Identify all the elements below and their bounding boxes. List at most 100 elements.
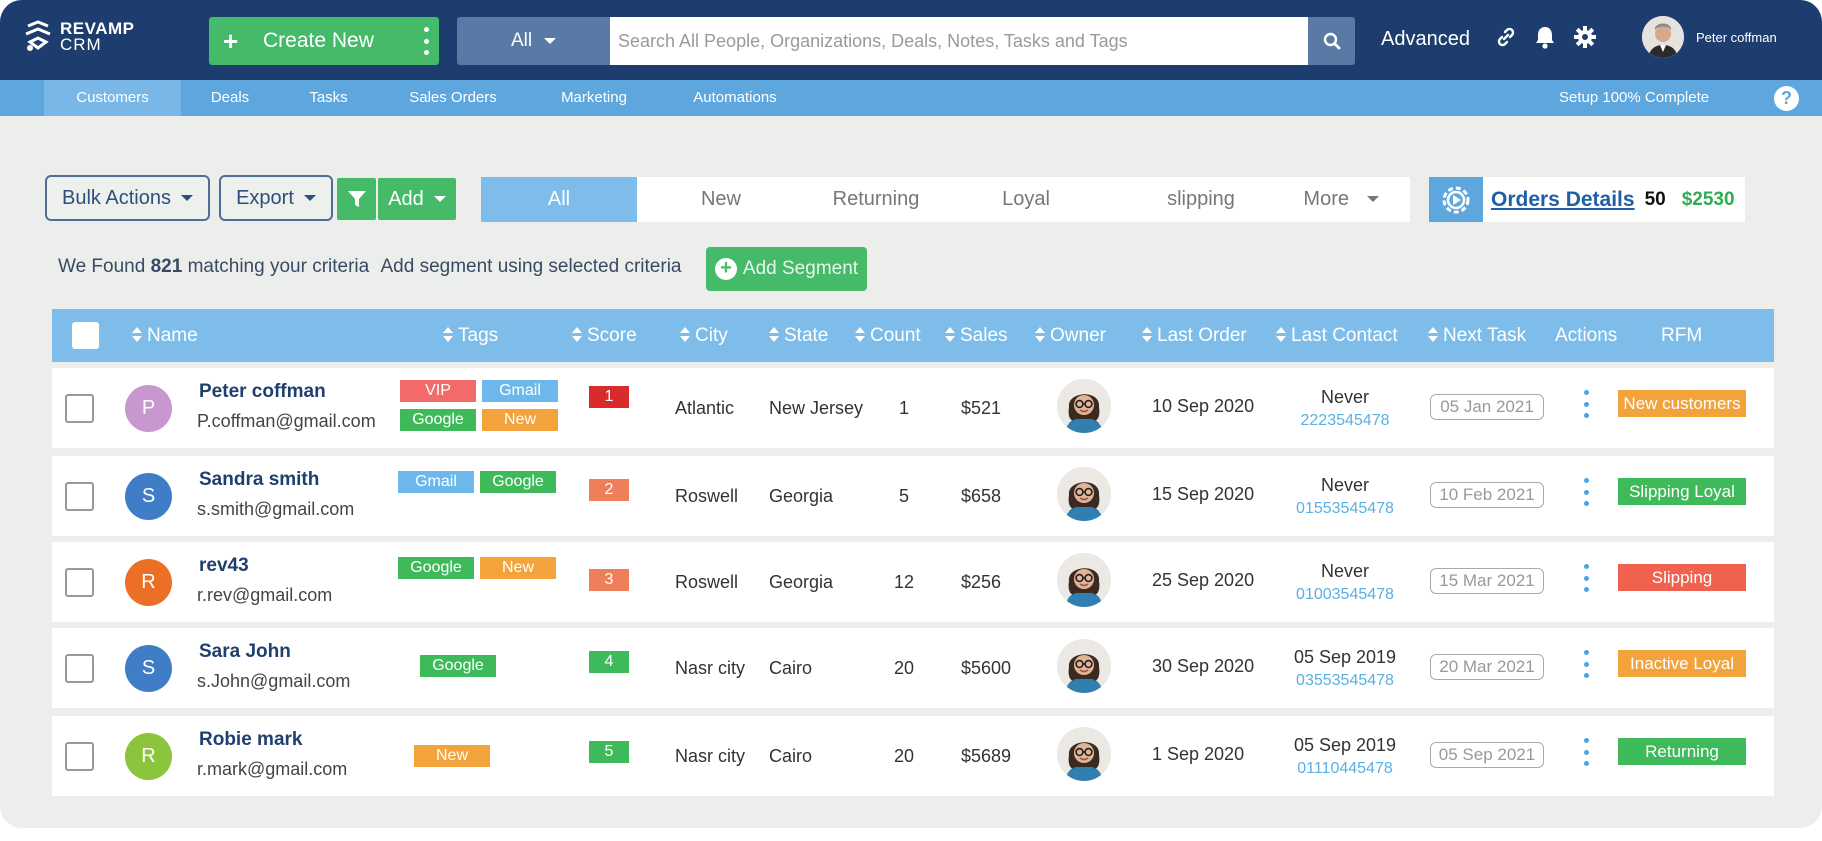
tag-badge[interactable]: Gmail — [482, 380, 558, 402]
row-checkbox[interactable] — [65, 742, 94, 771]
column-header-owner[interactable]: Owner — [1035, 309, 1106, 362]
tag-badge[interactable]: Google — [398, 557, 474, 579]
customer-name[interactable]: Sandra smith — [199, 469, 319, 491]
row-actions-icon[interactable] — [1583, 390, 1589, 418]
next-task-date[interactable]: 05 Sep 2021 — [1430, 742, 1544, 768]
bulk-actions-label: Bulk Actions — [62, 186, 171, 209]
sort-icon — [572, 327, 582, 343]
nav-item-sales-orders[interactable]: Sales Orders — [398, 80, 508, 116]
row-checkbox[interactable] — [65, 482, 94, 511]
row-checkbox[interactable] — [65, 654, 94, 683]
column-header-last-contact[interactable]: Last Contact — [1276, 309, 1398, 362]
add-button[interactable]: Add — [378, 178, 456, 220]
tab-new[interactable]: New — [656, 177, 786, 222]
more-vertical-icon[interactable] — [423, 27, 429, 55]
row-actions-icon[interactable] — [1583, 738, 1589, 766]
owner-avatar[interactable] — [1057, 553, 1111, 607]
tag-badge[interactable]: Gmail — [398, 471, 474, 493]
row-actions-icon[interactable] — [1583, 564, 1589, 592]
table-row[interactable]: Rrev43 r.rev@gmail.com Google New 3 Roswell Ge… — [52, 542, 1774, 622]
column-header-name[interactable]: Name — [132, 309, 198, 362]
nav-item-automations[interactable]: Automations — [680, 80, 790, 116]
tag-badge[interactable]: New — [414, 745, 490, 767]
contact-phone-link[interactable]: 03553545478 — [1270, 672, 1420, 690]
table-row[interactable]: S Sandra smith s.smith@gmail.com Gmail Googl… — [52, 456, 1774, 536]
tab-all[interactable]: All — [481, 177, 637, 222]
contact-phone-link[interactable]: 2223545478 — [1270, 412, 1420, 430]
user-name[interactable]: Peter coffman — [1696, 30, 1777, 45]
nav-item-tasks[interactable]: Tasks — [300, 80, 357, 116]
customer-state: New Jersey — [769, 398, 864, 418]
customer-name[interactable]: Sara John — [199, 641, 291, 663]
tab-slipping[interactable]: slipping — [1121, 177, 1281, 222]
advanced-search-link[interactable]: Advanced — [1381, 28, 1470, 51]
contact-phone-link[interactable]: 01553545478 — [1270, 500, 1420, 518]
customer-sales: $5689 — [961, 746, 1012, 766]
tag-badge[interactable]: New — [480, 557, 556, 579]
owner-avatar[interactable] — [1057, 379, 1111, 433]
row-actions-icon[interactable] — [1583, 478, 1589, 506]
table-row[interactable]: P Peter coffman P.coffman@gmail.com VIP Gmai… — [52, 368, 1774, 448]
gear-icon[interactable] — [1572, 24, 1598, 50]
bell-icon[interactable] — [1532, 24, 1558, 50]
table-row[interactable]: S Sara John s.John@gmail.com Google 4 Nasr ci… — [52, 628, 1774, 708]
nav-item-customers[interactable]: Customers — [44, 80, 181, 116]
nav-item-marketing[interactable]: Marketing — [548, 80, 640, 116]
last-contact: Never — [1320, 561, 1369, 581]
tag-badge[interactable]: Google — [480, 471, 556, 493]
column-header-next-task[interactable]: Next Task — [1428, 309, 1526, 362]
contact-phone-link[interactable]: 01110445478 — [1270, 760, 1420, 778]
customer-name[interactable]: rev43 — [199, 555, 249, 577]
column-header-tags[interactable]: Tags — [443, 309, 498, 362]
orders-settings-button[interactable] — [1429, 177, 1483, 222]
table-row[interactable]: R Robie mark r.mark@gmail.com New 5 Nasr city… — [52, 716, 1774, 796]
add-segment-button[interactable]: + Add Segment — [706, 247, 867, 291]
nav-item-deals[interactable]: Deals — [200, 80, 260, 116]
tab-loyal[interactable]: Loyal — [961, 177, 1091, 222]
search-button[interactable] — [1308, 17, 1355, 65]
setup-progress-link[interactable]: Setup 100% Complete — [1559, 80, 1709, 116]
bulk-actions-button[interactable]: Bulk Actions — [45, 175, 210, 221]
column-header-sales[interactable]: Sales — [945, 309, 1008, 362]
row-checkbox[interactable] — [65, 394, 94, 423]
tag-badge[interactable]: New — [482, 409, 558, 431]
customer-name[interactable]: Peter coffman — [199, 381, 326, 403]
next-task-date[interactable]: 10 Feb 2021 — [1430, 482, 1544, 508]
contact-phone-link[interactable]: 01003545478 — [1270, 586, 1420, 604]
search-scope-dropdown[interactable]: All — [457, 17, 610, 65]
column-header-score[interactable]: Score — [572, 309, 637, 362]
tag-badge[interactable]: VIP — [400, 380, 476, 402]
app-logo[interactable]: REVAMP CRM — [22, 16, 152, 58]
search-input[interactable] — [610, 17, 1308, 65]
top-bar: REVAMP CRM + Create New All Advanced — [0, 0, 1822, 80]
orders-details-link[interactable]: Orders Details — [1491, 188, 1635, 212]
user-avatar[interactable] — [1642, 16, 1684, 58]
column-header-state[interactable]: State — [769, 309, 828, 362]
last-contact: 05 Sep 2019 — [1293, 735, 1397, 755]
score-badge: 1 — [589, 386, 629, 408]
next-task-date[interactable]: 05 Jan 2021 — [1430, 394, 1544, 420]
filter-button[interactable] — [337, 178, 376, 220]
row-checkbox[interactable] — [65, 568, 94, 597]
owner-avatar[interactable] — [1057, 639, 1111, 693]
tag-badge[interactable]: Google — [400, 409, 476, 431]
tab-returning[interactable]: Returning — [801, 177, 951, 222]
create-new-button[interactable]: + Create New — [209, 17, 439, 65]
customer-name[interactable]: Robie mark — [199, 729, 302, 751]
column-header-city[interactable]: City — [680, 309, 728, 362]
select-all-checkbox[interactable] — [72, 322, 99, 349]
help-icon[interactable]: ? — [1774, 86, 1799, 111]
customer-avatar: S — [125, 473, 172, 520]
owner-avatar[interactable] — [1057, 727, 1111, 781]
next-task-date[interactable]: 20 Mar 2021 — [1430, 654, 1544, 680]
owner-avatar[interactable] — [1057, 467, 1111, 521]
last-order-date: 25 Sep 2020 — [1152, 570, 1255, 590]
link-icon[interactable] — [1493, 24, 1519, 50]
export-button[interactable]: Export — [219, 175, 333, 221]
tag-badge[interactable]: Google — [420, 655, 496, 677]
column-header-count[interactable]: Count — [855, 309, 921, 362]
next-task-date[interactable]: 15 Mar 2021 — [1430, 568, 1544, 594]
row-actions-icon[interactable] — [1583, 650, 1589, 678]
column-header-last-order[interactable]: Last Order — [1142, 309, 1247, 362]
tab-more[interactable]: More — [1276, 177, 1406, 222]
